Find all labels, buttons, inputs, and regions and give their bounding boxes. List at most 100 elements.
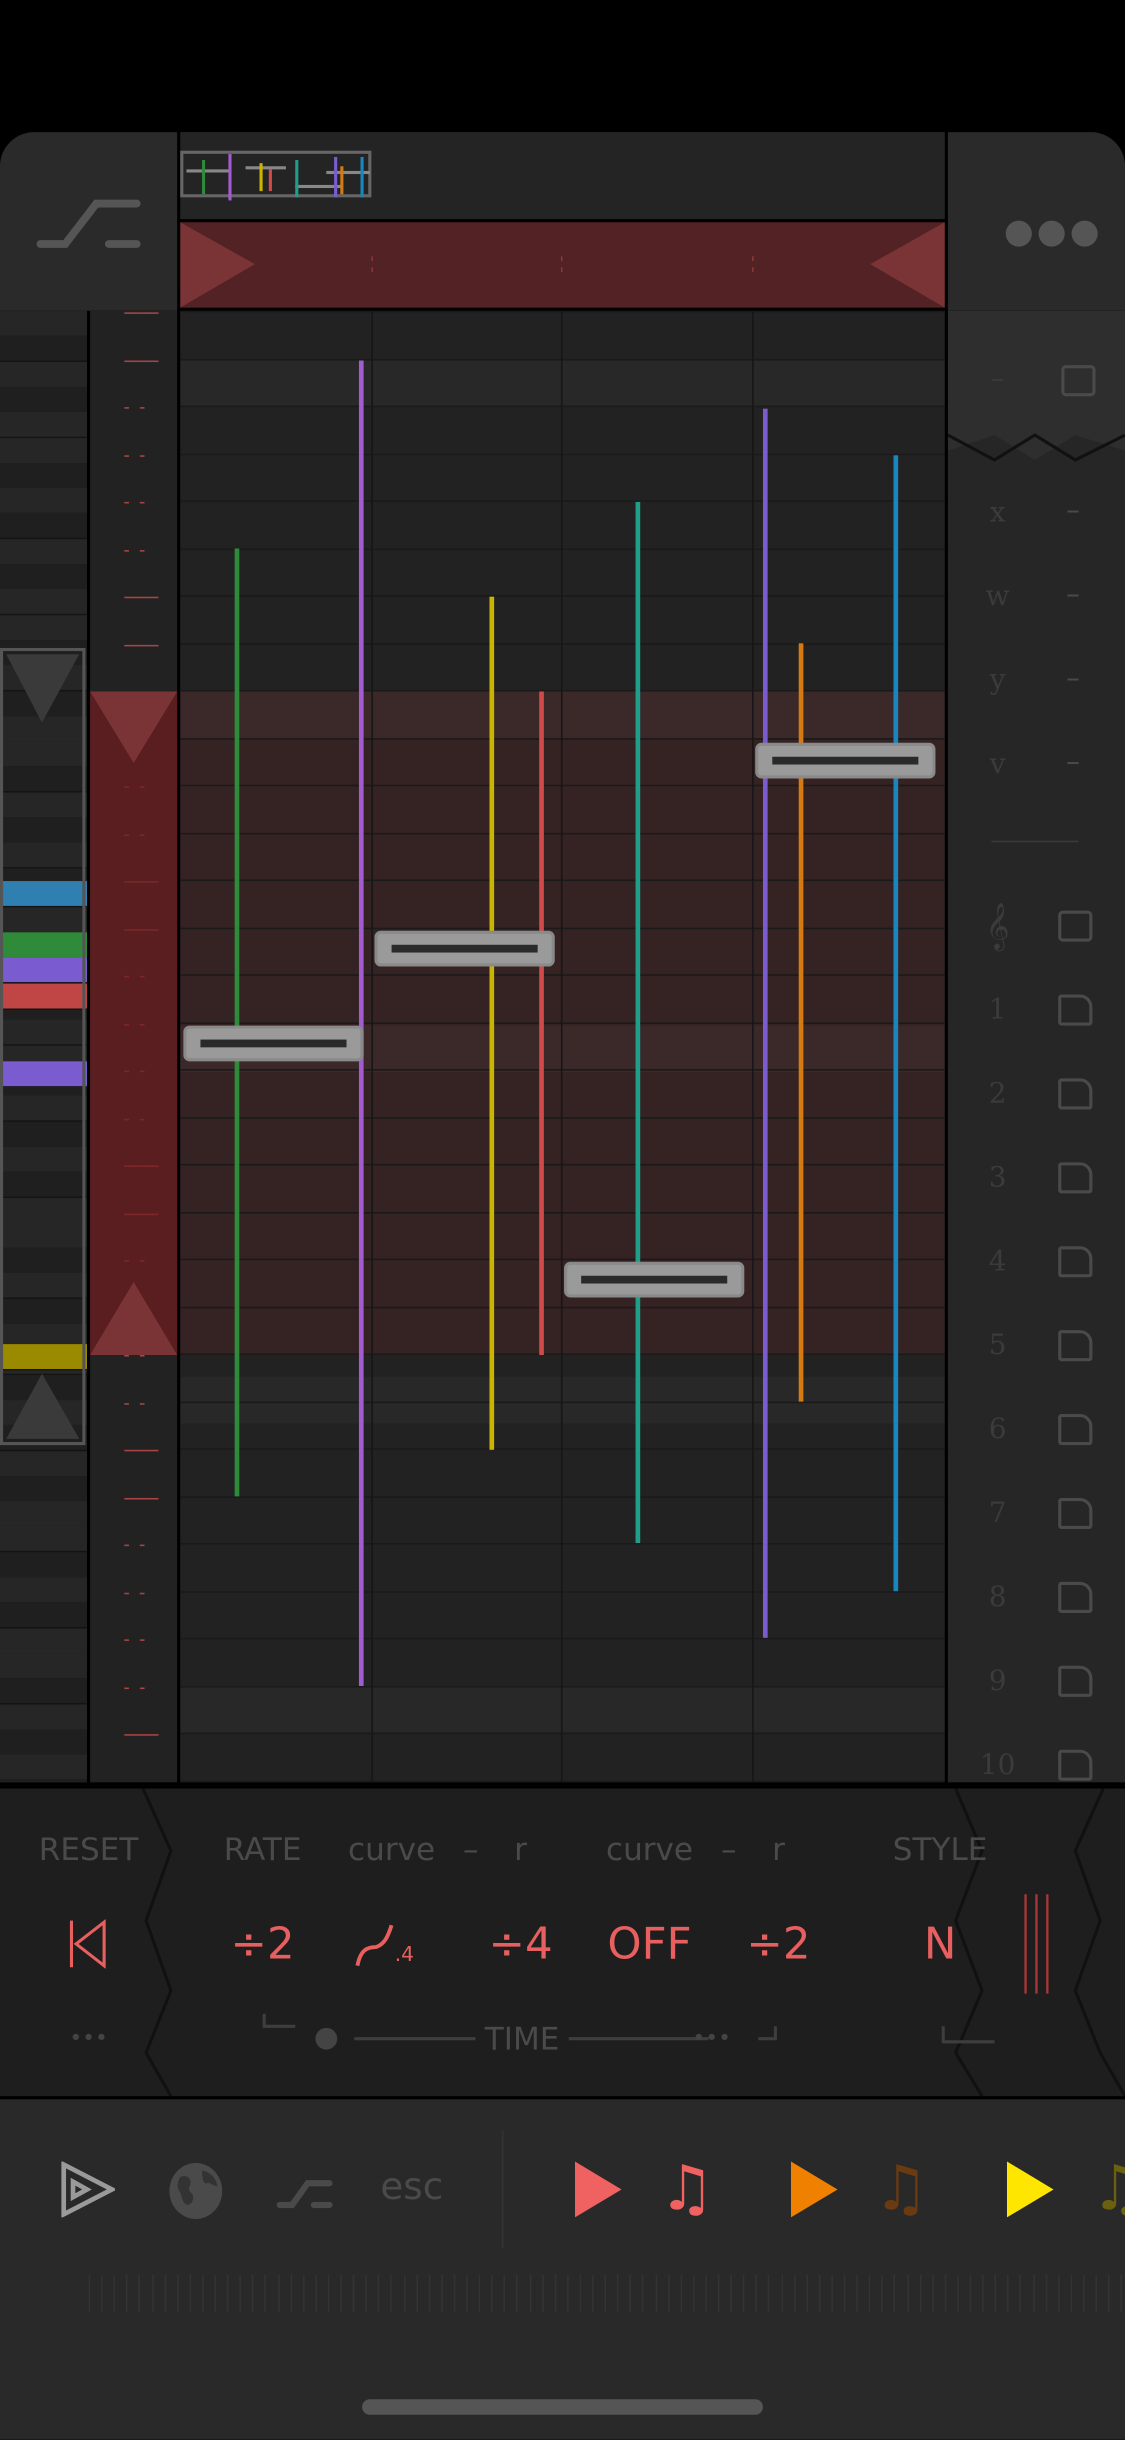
piano-key[interactable] xyxy=(0,1754,88,1781)
ruler-tick xyxy=(139,1686,145,1689)
scrub-ticks[interactable] xyxy=(88,2274,1125,2313)
curve-value-button[interactable]: .4 xyxy=(354,1922,414,1975)
overview-viewport[interactable] xyxy=(180,150,372,201)
piano-key[interactable] xyxy=(0,589,88,616)
dash-label-1: – xyxy=(463,1830,479,1868)
channel-toggle[interactable] xyxy=(1058,1330,1093,1362)
note-velocity-line[interactable] xyxy=(893,455,899,1592)
channel-toggle[interactable] xyxy=(1058,1749,1093,1781)
play-track-1-button[interactable] xyxy=(574,2161,622,2218)
style-value-button[interactable]: N xyxy=(924,1918,957,1969)
note-block[interactable] xyxy=(183,1025,364,1062)
piano-key[interactable] xyxy=(0,614,88,642)
note-velocity-line[interactable] xyxy=(489,596,495,1450)
piano-key[interactable] xyxy=(0,1577,88,1604)
scrub-tick xyxy=(780,2274,783,2313)
note-velocity-line[interactable] xyxy=(358,360,364,1686)
play-outline-icon[interactable] xyxy=(59,2161,115,2218)
channel-toggle[interactable] xyxy=(1058,1665,1093,1697)
more-button[interactable]: ●●● xyxy=(947,132,1125,311)
param-value-x[interactable]: – xyxy=(1066,494,1080,527)
piano-key[interactable] xyxy=(0,1779,88,1783)
channel-toggle[interactable] xyxy=(1058,1078,1093,1110)
scrub-tick xyxy=(894,2274,896,2313)
esc-button[interactable]: esc xyxy=(380,2165,443,2209)
piano-key[interactable] xyxy=(0,1627,88,1655)
r2-value-button[interactable]: ÷2 xyxy=(746,1918,810,1969)
note-block[interactable] xyxy=(564,1261,745,1298)
piano-range-selector[interactable] xyxy=(0,647,86,1446)
note-velocity-line[interactable] xyxy=(762,408,768,1638)
channel-toggle[interactable] xyxy=(1058,1414,1093,1446)
music-note-icon-1[interactable]: ♫ xyxy=(659,2152,715,2227)
param-value-v[interactable]: – xyxy=(1066,746,1080,779)
piano-key[interactable] xyxy=(0,336,88,363)
overview-notes xyxy=(186,153,370,201)
piano-key[interactable] xyxy=(0,437,88,464)
range-handles[interactable] xyxy=(3,651,82,1442)
overview-strip[interactable] xyxy=(180,132,945,220)
channel-toggle[interactable] xyxy=(1058,1497,1093,1530)
channel-toggle[interactable] xyxy=(1058,1581,1093,1613)
channel-toggle[interactable] xyxy=(1058,1246,1093,1278)
piano-key[interactable] xyxy=(0,462,88,490)
pitch-range-band[interactable] xyxy=(90,691,178,1356)
piano-key[interactable] xyxy=(0,361,88,388)
loop-handles[interactable] xyxy=(180,222,945,308)
piano-key[interactable] xyxy=(0,513,88,540)
play-track-3-button[interactable] xyxy=(1006,2161,1054,2218)
pitch-range-handles[interactable] xyxy=(90,691,178,1356)
home-indicator[interactable] xyxy=(362,2399,763,2415)
scrub-tick xyxy=(440,2274,443,2313)
scrub-tick xyxy=(957,2274,959,2313)
reset-to-start-icon[interactable] xyxy=(68,1919,108,1969)
param-value-w[interactable]: – xyxy=(1066,578,1080,611)
channel-toggle[interactable] xyxy=(1058,1162,1093,1194)
piano-key[interactable] xyxy=(0,1526,88,1553)
reset-more-button[interactable]: ••• xyxy=(69,2026,108,2051)
note-block[interactable] xyxy=(374,930,555,967)
piano-key[interactable] xyxy=(0,1501,88,1528)
piano-key[interactable] xyxy=(0,1653,88,1680)
scrub-tick xyxy=(554,2274,556,2313)
channel-number: 5 xyxy=(988,1329,1007,1362)
globe-icon[interactable] xyxy=(168,2161,224,2220)
scrub-tick xyxy=(579,2274,581,2313)
piano-key[interactable] xyxy=(0,1703,88,1731)
piano-key[interactable] xyxy=(0,1551,88,1579)
note-block[interactable] xyxy=(755,742,936,779)
piano-key[interactable] xyxy=(0,564,88,591)
rate-value-button[interactable]: ÷2 xyxy=(231,1918,295,1969)
top-left-button[interactable] xyxy=(0,132,178,311)
dash-label-2: – xyxy=(721,1830,737,1868)
piano-key[interactable] xyxy=(0,412,88,439)
r1-value-button[interactable]: ÷4 xyxy=(488,1918,552,1969)
piano-key[interactable] xyxy=(0,1729,88,1756)
play-track-2-button[interactable] xyxy=(790,2161,838,2218)
note-velocity-line[interactable] xyxy=(635,501,641,1544)
piano-key[interactable] xyxy=(0,488,88,515)
music-note-icon-2[interactable]: ♫ xyxy=(873,2152,929,2227)
curve-step-icon[interactable] xyxy=(276,2174,333,2211)
piano-key[interactable] xyxy=(0,538,88,566)
piano-key[interactable] xyxy=(0,310,88,338)
note-velocity-line[interactable] xyxy=(234,548,240,1497)
curve2-value-button[interactable]: OFF xyxy=(607,1918,691,1969)
note-grid[interactable] xyxy=(180,310,945,1783)
beat-line xyxy=(752,310,754,1783)
time-more-button[interactable]: ••• xyxy=(692,2026,731,2051)
clef-checkbox[interactable] xyxy=(1058,910,1093,942)
reset-label: RESET xyxy=(38,1830,139,1868)
param-value-y[interactable]: – xyxy=(1066,662,1080,695)
select-all-checkbox[interactable] xyxy=(1061,365,1096,397)
piano-key[interactable] xyxy=(0,1450,88,1477)
channel-toggle[interactable] xyxy=(1058,994,1093,1026)
note-velocity-line[interactable] xyxy=(539,691,544,1356)
piano-key[interactable] xyxy=(0,1678,88,1705)
piano-key[interactable] xyxy=(0,1602,88,1629)
ruler-tick xyxy=(139,1355,145,1357)
loop-range-bar[interactable] xyxy=(180,222,945,308)
music-note-icon-3[interactable]: ♫ xyxy=(1091,2152,1125,2227)
piano-key[interactable] xyxy=(0,1475,88,1503)
piano-key[interactable] xyxy=(0,386,88,414)
